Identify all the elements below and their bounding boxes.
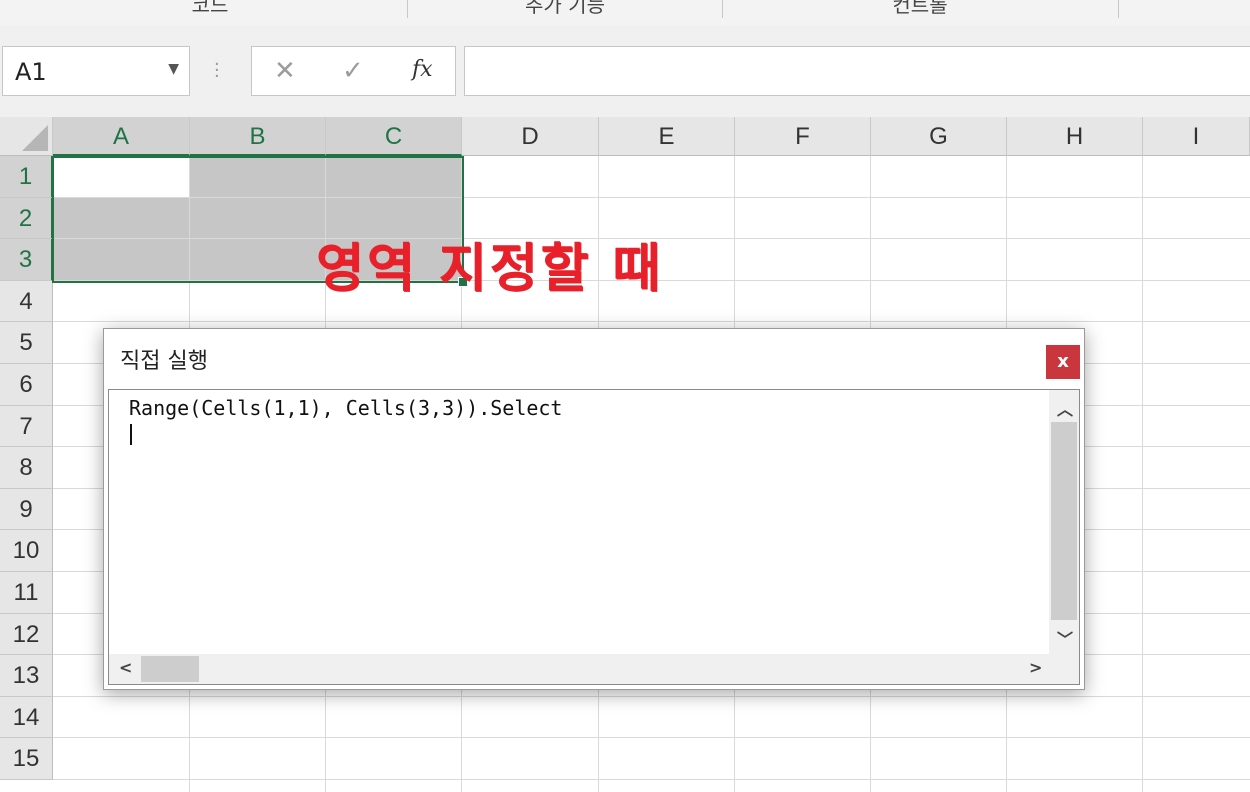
chevron-down-icon[interactable]: ﹀ bbox=[1057, 626, 1073, 650]
gridline-horizontal bbox=[53, 779, 1250, 780]
close-button[interactable]: x bbox=[1046, 345, 1080, 379]
chevron-right-icon[interactable]: > bbox=[1029, 658, 1042, 677]
ribbon-group-controls[interactable]: 컨트롤 bbox=[725, 0, 1115, 20]
horizontal-scrollbar[interactable]: < > bbox=[109, 654, 1049, 684]
column-header-d[interactable]: D bbox=[462, 117, 599, 156]
formula-input[interactable] bbox=[464, 46, 1250, 96]
scroll-corner bbox=[1049, 654, 1079, 684]
immediate-window-titlebar[interactable]: 직접 실행 x bbox=[104, 329, 1084, 387]
row-header-6[interactable]: 6 bbox=[0, 364, 53, 406]
ribbon-separator bbox=[722, 0, 723, 18]
row-header-4[interactable]: 4 bbox=[0, 280, 53, 323]
column-header-f[interactable]: F bbox=[735, 117, 871, 156]
row-header-14[interactable]: 14 bbox=[0, 696, 53, 739]
chevron-down-icon[interactable]: ▼ bbox=[168, 61, 179, 77]
select-all-button[interactable] bbox=[0, 117, 53, 156]
row-header-12[interactable]: 12 bbox=[0, 613, 53, 656]
code-line[interactable]: Range(Cells(1,1), Cells(3,3)).Select bbox=[129, 396, 562, 420]
row-header-2[interactable]: 2 bbox=[0, 197, 53, 240]
annotation-text: 영역 지정할 때 bbox=[316, 239, 664, 299]
row-header-5[interactable]: 5 bbox=[0, 322, 53, 364]
row-header-8[interactable]: 8 bbox=[0, 447, 53, 489]
select-all-triangle-icon bbox=[22, 125, 48, 151]
name-box[interactable]: A1 ▼ bbox=[2, 46, 190, 96]
vertical-scroll-thumb[interactable] bbox=[1051, 422, 1077, 620]
insert-function-icon[interactable]: fx bbox=[412, 57, 433, 82]
gridline-horizontal bbox=[53, 737, 1250, 739]
column-header-h[interactable]: H bbox=[1007, 117, 1143, 156]
gridline-horizontal bbox=[53, 321, 1250, 323]
gridline-horizontal bbox=[53, 695, 1250, 697]
ribbon-group-strip: 코드 추가 기능 컨트롤 bbox=[0, 0, 1250, 27]
chevron-up-icon[interactable]: ︿ bbox=[1057, 396, 1073, 420]
ribbon-group-code[interactable]: 코드 bbox=[60, 0, 360, 20]
immediate-window: 직접 실행 x Range(Cells(1,1), Cells(3,3)).Se… bbox=[103, 328, 1085, 690]
ribbon-group-addins[interactable]: 추가 기능 bbox=[410, 0, 720, 20]
vertical-scrollbar[interactable]: ︿ ﹀ bbox=[1049, 390, 1079, 654]
column-header-e[interactable]: E bbox=[599, 117, 735, 156]
column-header-c[interactable]: C bbox=[326, 117, 462, 156]
horizontal-scroll-thumb[interactable] bbox=[141, 656, 199, 682]
column-header-g[interactable]: G bbox=[871, 117, 1007, 156]
formula-bar: A1 ▼ · · · ✕ ✓ fx bbox=[0, 26, 1250, 117]
row-header-13[interactable]: 13 bbox=[0, 655, 53, 697]
chevron-left-icon[interactable]: < bbox=[119, 658, 132, 677]
row-header-10[interactable]: 10 bbox=[0, 530, 53, 572]
text-caret bbox=[130, 424, 132, 445]
row-header-7[interactable]: 7 bbox=[0, 405, 53, 448]
row-header-1[interactable]: 1 bbox=[0, 156, 53, 198]
formula-buttons: ✕ ✓ fx bbox=[251, 46, 456, 96]
row-header-3[interactable]: 3 bbox=[0, 239, 53, 281]
row-header-11[interactable]: 11 bbox=[0, 572, 53, 614]
column-header-b[interactable]: B bbox=[190, 117, 326, 156]
ribbon-separator bbox=[1118, 0, 1119, 18]
row-header-9[interactable]: 9 bbox=[0, 488, 53, 531]
ribbon-separator bbox=[407, 0, 408, 18]
name-box-value: A1 bbox=[15, 58, 47, 86]
grip-dots-icon[interactable]: · · · bbox=[214, 56, 220, 86]
immediate-window-editor[interactable]: Range(Cells(1,1), Cells(3,3)).Select ︿ ﹀… bbox=[108, 389, 1080, 685]
column-header-a[interactable]: A bbox=[53, 117, 190, 156]
check-icon[interactable]: ✓ bbox=[342, 56, 364, 86]
cancel-icon[interactable]: ✕ bbox=[274, 56, 296, 86]
row-header-15[interactable]: 15 bbox=[0, 738, 53, 780]
immediate-window-title: 직접 실행 bbox=[120, 349, 208, 374]
column-header-i[interactable]: I bbox=[1143, 117, 1250, 156]
